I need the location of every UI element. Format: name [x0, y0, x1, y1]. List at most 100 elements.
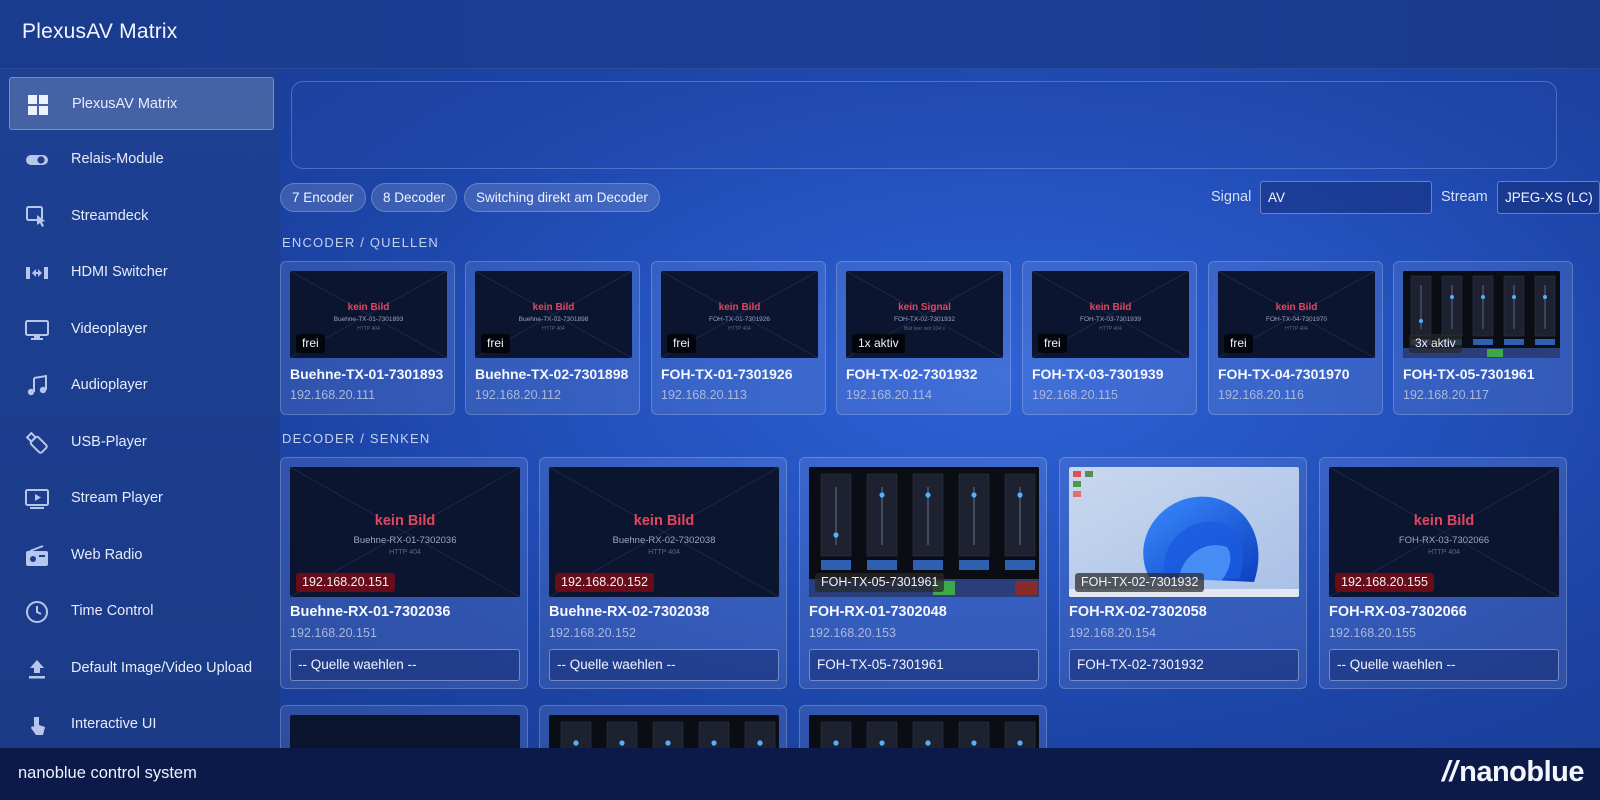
encoder-ip: 192.168.20.117	[1403, 388, 1489, 402]
decoder-card[interactable]: kein Bild FOH-RX-03-7302066 HTTP 404 192…	[1319, 457, 1567, 689]
decoder-thumbnail: FOH-TX-02-7301932	[1069, 467, 1299, 597]
encoder-ip: 192.168.20.116	[1218, 388, 1304, 402]
sidebar-item-audioplayer[interactable]: Audioplayer	[9, 359, 274, 412]
thumb-http-text: HTTP 404	[648, 549, 680, 556]
decoder-card[interactable]: FOH-TX-05-7301961 FOH-RX-01-7302048 192.…	[799, 457, 1047, 689]
encoder-thumbnail: kein Signal FOH-TX-02-7301932 Bild leer …	[846, 271, 1003, 358]
decoder-ip: 192.168.20.154	[1069, 626, 1156, 640]
sidebar-item-relais-module[interactable]: Relais-Module	[9, 133, 274, 186]
sidebar-item-label: Web Radio	[71, 547, 143, 563]
signal-input[interactable]: AV	[1260, 181, 1432, 214]
source-select[interactable]: FOH-TX-05-7301961	[809, 649, 1039, 681]
thumb-device-text: Buehne-TX-01-7301893	[333, 316, 404, 323]
nanoblue-logo: //nanoblue	[1442, 756, 1585, 789]
sidebar-item-stream-player[interactable]: Stream Player	[9, 472, 274, 525]
encoder-card[interactable]: kein Bild Buehne-TX-02-7301898 HTTP 404 …	[465, 261, 640, 415]
encoder-card[interactable]: kein Signal FOH-TX-02-7301932 Bild leer …	[836, 261, 1011, 415]
decoder-card[interactable]	[539, 705, 787, 748]
sidebar-item-usb-player[interactable]: USB-Player	[9, 416, 274, 469]
switching-mode-pill[interactable]: Switching direkt am Decoder	[464, 183, 660, 212]
sidebar-item-label: USB-Player	[71, 434, 147, 450]
switch-arrows-icon	[25, 261, 49, 285]
thumb-status-text: kein Bild	[532, 302, 575, 313]
sidebar-item-plexusav-matrix[interactable]: PlexusAV Matrix	[9, 77, 274, 130]
decoder-card[interactable]	[799, 705, 1047, 748]
thumb-http-text: HTTP 404	[542, 326, 565, 332]
sidebar-item-label: Streamdeck	[71, 208, 149, 224]
sidebar-item-label: Stream Player	[71, 490, 163, 506]
thumb-http-text: HTTP 404	[389, 549, 421, 556]
sidebar-item-label: Interactive UI	[71, 716, 157, 732]
thumb-status-text: kein Bild	[633, 513, 695, 529]
sidebar-item-hdmi-switcher[interactable]: HDMI Switcher	[9, 246, 274, 299]
encoder-count-pill[interactable]: 7 Encoder	[280, 183, 366, 212]
mixer-preview	[809, 715, 1039, 748]
thumb-device-text: Buehne-RX-01-7302036	[353, 535, 457, 546]
decoder-ip: 192.168.20.152	[549, 626, 636, 640]
grid-icon	[26, 93, 50, 117]
thumb-device-text: FOH-TX-03-7301939	[1079, 316, 1142, 323]
toggle-icon	[25, 148, 49, 172]
decoder-card[interactable]	[280, 705, 528, 748]
encoder-card[interactable]: 3x aktiv FOH-TX-05-7301961 192.168.20.11…	[1393, 261, 1573, 415]
encoder-ip: 192.168.20.113	[661, 388, 747, 402]
decoder-thumbnail	[549, 715, 779, 748]
decoder-name: FOH-RX-01-7302048	[809, 604, 947, 620]
ip-badge: 192.168.20.155	[1335, 573, 1434, 592]
stream-select[interactable]: JPEG-XS (LC)	[1497, 181, 1600, 214]
source-select[interactable]: -- Quelle waehlen --	[549, 649, 779, 681]
decoder-thumbnail	[809, 715, 1039, 748]
source-select[interactable]: -- Quelle waehlen --	[1329, 649, 1559, 681]
status-badge: frei	[1038, 334, 1067, 353]
decoder-name: Buehne-RX-01-7302036	[290, 604, 451, 620]
music-note-icon	[25, 374, 49, 398]
encoder-card[interactable]: kein Bild Buehne-TX-01-7301893 HTTP 404 …	[280, 261, 455, 415]
encoder-ip: 192.168.20.114	[846, 388, 932, 402]
upload-icon	[25, 657, 49, 681]
sidebar-item-interactive-ui[interactable]: Interactive UI	[9, 698, 274, 748]
main-content: 7 Encoder 8 Decoder Switching direkt am …	[280, 69, 1600, 748]
source-select[interactable]: FOH-TX-02-7301932	[1069, 649, 1299, 681]
sidebar-item-videoplayer[interactable]: Videoplayer	[9, 303, 274, 356]
encoder-name: FOH-TX-02-7301932	[846, 366, 978, 382]
sidebar-item-label: Default Image/Video Upload	[71, 660, 253, 676]
status-panel	[291, 81, 1557, 169]
encoder-thumbnail: kein Bild Buehne-TX-01-7301893 HTTP 404 …	[290, 271, 447, 358]
sidebar-item-default-upload[interactable]: Default Image/Video Upload	[9, 642, 274, 695]
decoder-name: FOH-RX-02-7302058	[1069, 604, 1207, 620]
footer: nanoblue control system //nanoblue	[0, 748, 1600, 800]
sidebar-item-time-control[interactable]: Time Control	[9, 585, 274, 638]
encoder-section-title: ENCODER / QUELLEN	[282, 235, 439, 250]
thumb-http-text: HTTP 404	[1428, 549, 1460, 556]
decoder-section-title: DECODER / SENKEN	[282, 431, 431, 446]
decoder-thumbnail: kein Bild Buehne-RX-01-7302036 HTTP 404 …	[290, 467, 520, 597]
source-select[interactable]: -- Quelle waehlen --	[290, 649, 520, 681]
encoder-card[interactable]: kein Bild FOH-TX-01-7301926 HTTP 404 fre…	[651, 261, 826, 415]
decoder-card[interactable]: FOH-TX-02-7301932 FOH-RX-02-7302058 192.…	[1059, 457, 1307, 689]
encoder-thumbnail: kein Bild FOH-TX-03-7301939 HTTP 404 fre…	[1032, 271, 1189, 358]
thumb-http-text: Bild leer seit 104 s	[904, 326, 945, 332]
sidebar-item-streamdeck[interactable]: Streamdeck	[9, 190, 274, 243]
sidebar-item-label: Relais-Module	[71, 151, 164, 167]
play-screen-icon	[25, 487, 49, 511]
status-badge: frei	[1224, 334, 1253, 353]
top-bar: PlexusAV Matrix	[0, 0, 1600, 69]
sidebar-item-label: Audioplayer	[71, 377, 148, 393]
touch-icon	[25, 205, 49, 229]
decoder-thumbnail: kein Bild FOH-RX-03-7302066 HTTP 404 192…	[1329, 467, 1559, 597]
encoder-card[interactable]: kein Bild FOH-TX-04-7301970 HTTP 404 fre…	[1208, 261, 1383, 415]
encoder-name: FOH-TX-04-7301970	[1218, 366, 1350, 382]
decoder-name: FOH-RX-03-7302066	[1329, 604, 1467, 620]
decoder-card[interactable]: kein Bild Buehne-RX-01-7302036 HTTP 404 …	[280, 457, 528, 689]
encoder-name: FOH-TX-05-7301961	[1403, 366, 1535, 382]
thumb-status-text: kein Bild	[1089, 302, 1132, 313]
decoder-card[interactable]: kein Bild Buehne-RX-02-7302038 HTTP 404 …	[539, 457, 787, 689]
encoder-ip: 192.168.20.111	[290, 388, 376, 402]
encoder-name: Buehne-TX-01-7301893	[290, 366, 444, 382]
decoder-thumbnail	[290, 715, 520, 748]
source-badge: FOH-TX-02-7301932	[1075, 573, 1205, 592]
decoder-count-pill[interactable]: 8 Decoder	[371, 183, 458, 212]
encoder-card[interactable]: kein Bild FOH-TX-03-7301939 HTTP 404 fre…	[1022, 261, 1197, 415]
decoder-thumbnail: kein Bild Buehne-RX-02-7302038 HTTP 404 …	[549, 467, 779, 597]
sidebar-item-web-radio[interactable]: Web Radio	[9, 529, 274, 582]
